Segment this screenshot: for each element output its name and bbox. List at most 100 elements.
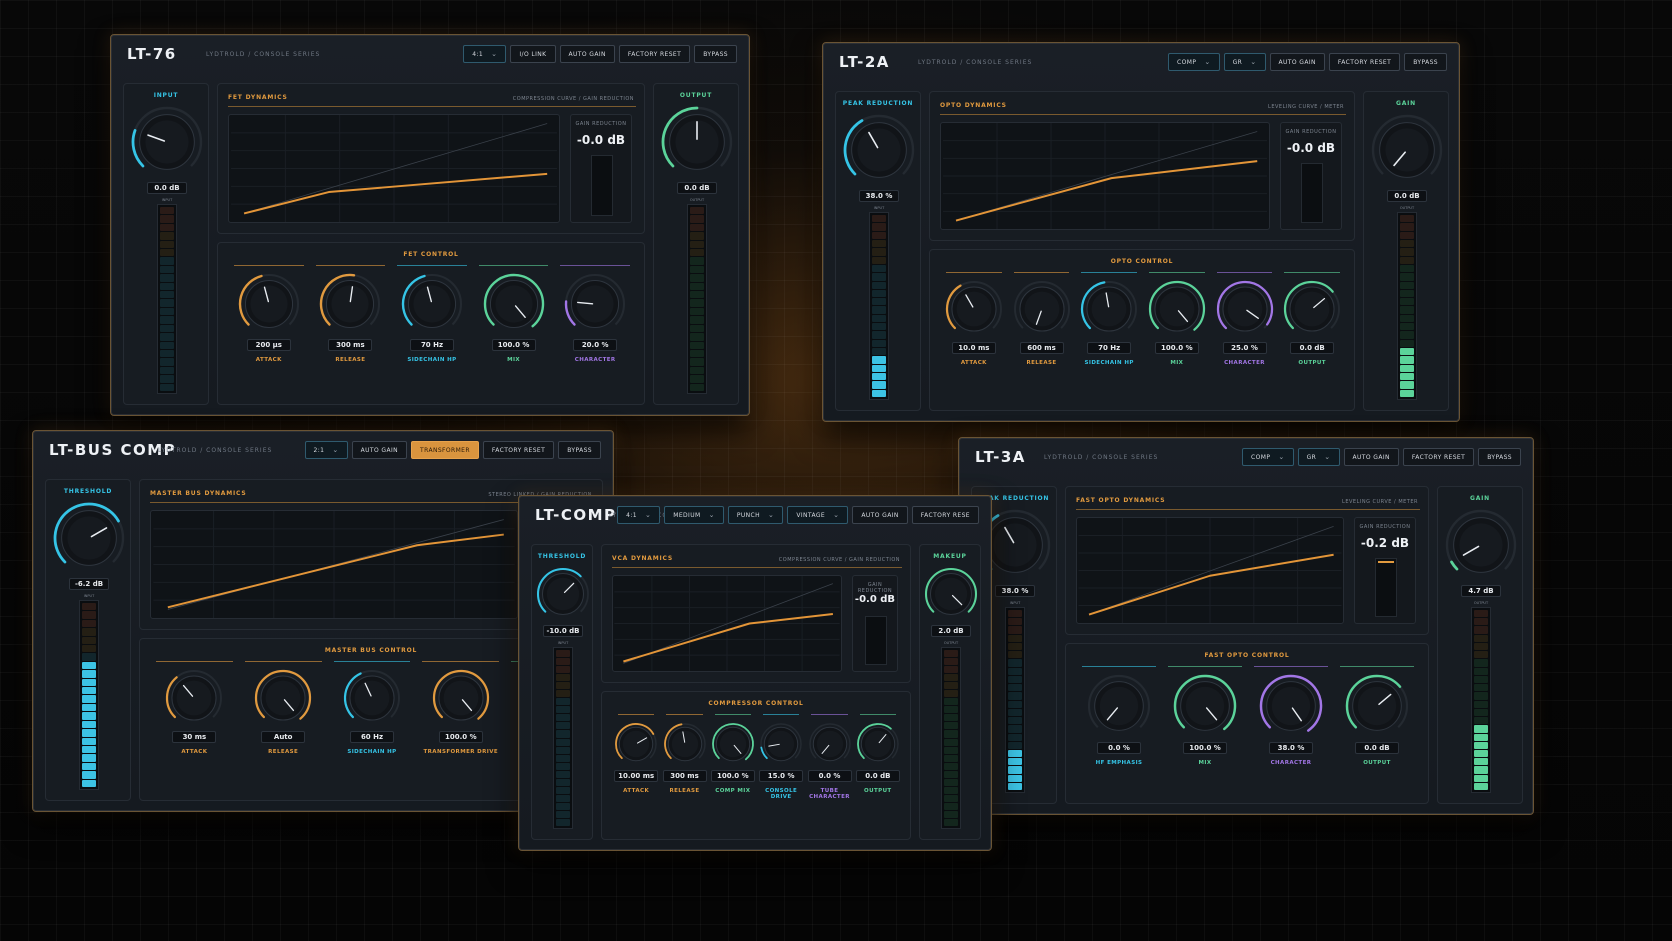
meter-segment bbox=[1400, 215, 1414, 223]
knob-character[interactable] bbox=[1259, 674, 1323, 738]
knob-label: OUTPUT bbox=[1298, 360, 1326, 366]
header-button-factory-reset[interactable]: FACTORY RESET bbox=[1402, 448, 1475, 466]
meter-segment bbox=[872, 389, 886, 397]
meter-segment bbox=[872, 248, 886, 256]
knob-value: 100.0 % bbox=[710, 770, 755, 782]
knob-group-line bbox=[811, 714, 848, 715]
meter-segment bbox=[944, 674, 958, 682]
meter-segment bbox=[160, 316, 174, 324]
header-button-bypass[interactable]: BYPASS bbox=[1404, 53, 1447, 71]
meter-segment bbox=[690, 207, 704, 215]
meter-segment bbox=[160, 291, 174, 299]
header-button-4-1[interactable]: 4:1 bbox=[617, 506, 661, 524]
meter-segment bbox=[160, 215, 174, 223]
header-button-auto-gain[interactable]: AUTO GAIN bbox=[1343, 448, 1399, 466]
knob-release[interactable] bbox=[663, 722, 707, 766]
header-button-vintage[interactable]: VINTAGE bbox=[787, 506, 849, 524]
knob-tube-character[interactable] bbox=[808, 722, 852, 766]
header-button-bypass[interactable]: BYPASS bbox=[558, 441, 601, 459]
header-button-auto-gain[interactable]: AUTO GAIN bbox=[1269, 53, 1325, 71]
knob-mix[interactable] bbox=[483, 273, 545, 335]
plugin-subtitle: LYDTROLD / CONSOLE SERIES bbox=[158, 447, 273, 454]
knob-attack[interactable] bbox=[165, 669, 223, 727]
meter-segment bbox=[872, 256, 886, 264]
gain-reduction-box: GAIN REDUCTION -0.0 dB bbox=[570, 114, 632, 223]
knob-value: 0.0 % bbox=[1097, 742, 1141, 754]
meter-segment bbox=[690, 366, 704, 375]
header-button-comp[interactable]: COMP bbox=[1242, 448, 1294, 466]
right-main-knob[interactable] bbox=[1445, 509, 1517, 581]
dynamics-label: FET DYNAMICS bbox=[228, 94, 288, 101]
header-button-auto-gain[interactable]: AUTO GAIN bbox=[351, 441, 408, 459]
knob-sidechain-hp[interactable] bbox=[401, 273, 463, 335]
knob-transformer-drive[interactable] bbox=[432, 669, 490, 727]
gain-reduction-meter bbox=[591, 155, 613, 216]
header-button-2-1[interactable]: 2:1 bbox=[304, 441, 348, 459]
knob-sidechain-hp[interactable] bbox=[1080, 280, 1138, 338]
meter-segment bbox=[160, 307, 174, 316]
knob-label: ATTACK bbox=[960, 360, 987, 366]
knob-release[interactable] bbox=[1013, 280, 1071, 338]
knob-mix[interactable] bbox=[1148, 280, 1206, 338]
right-main-knob[interactable] bbox=[661, 106, 733, 178]
header-button-gr[interactable]: GR bbox=[1297, 448, 1340, 466]
meter-segment bbox=[872, 215, 886, 223]
knob-output[interactable] bbox=[1345, 674, 1409, 738]
header-button-factory-reset[interactable]: FACTORY RESET bbox=[482, 441, 555, 459]
meter-segment bbox=[944, 746, 958, 754]
left-main-knob[interactable] bbox=[536, 567, 590, 621]
header-button-i-o-link[interactable]: I/O LINK bbox=[510, 45, 556, 63]
right-main-knob[interactable] bbox=[1371, 114, 1443, 186]
meter-segment bbox=[556, 698, 570, 706]
knob-sidechain-hp[interactable] bbox=[343, 669, 401, 727]
meter-segment bbox=[82, 645, 96, 653]
header-button-auto-gain[interactable]: AUTO GAIN bbox=[852, 506, 908, 524]
knob-output[interactable] bbox=[856, 722, 900, 766]
left-main-knob[interactable] bbox=[131, 106, 203, 178]
knob-release[interactable] bbox=[254, 669, 312, 727]
header-button-gr[interactable]: GR bbox=[1223, 53, 1266, 71]
meter-segment bbox=[82, 771, 96, 779]
meter-segment bbox=[1400, 256, 1414, 264]
left-main-knob[interactable] bbox=[843, 114, 915, 186]
header-button-transformer[interactable]: TRANSFORMER bbox=[411, 441, 479, 459]
header-button-factory-reset[interactable]: FACTORY RESET bbox=[618, 45, 691, 63]
knob-value: 100.0 % bbox=[1154, 342, 1199, 354]
knob-hf-emphasis[interactable] bbox=[1087, 674, 1151, 738]
header-button-bypass[interactable]: BYPASS bbox=[1478, 448, 1521, 466]
knob-attack[interactable] bbox=[945, 280, 1003, 338]
input-meter-label: INPUT bbox=[161, 198, 173, 202]
dynamics-panel: OPTO DYNAMICS LEVELING CURVE / METER GAIN … bbox=[929, 91, 1355, 241]
header-button-punch[interactable]: PUNCH bbox=[727, 506, 784, 524]
knob-output[interactable] bbox=[1283, 280, 1341, 338]
gain-reduction-title: GAIN REDUCTION bbox=[1359, 524, 1411, 530]
knob-character[interactable] bbox=[1216, 280, 1274, 338]
gain-reduction-value: -0.0 dB bbox=[854, 594, 896, 605]
header-button-auto-gain[interactable]: AUTO GAIN bbox=[559, 45, 615, 63]
header-button-comp[interactable]: COMP bbox=[1168, 53, 1220, 71]
knob-label: CHARACTER bbox=[1224, 360, 1265, 366]
left-main-knob[interactable] bbox=[53, 502, 125, 574]
knob-character[interactable] bbox=[564, 273, 626, 335]
knob-comp-mix[interactable] bbox=[711, 722, 755, 766]
knob-console-drive[interactable] bbox=[759, 722, 803, 766]
header-button-factory-rese[interactable]: FACTORY RESE bbox=[911, 506, 979, 524]
header-button-bypass[interactable]: BYPASS bbox=[694, 45, 737, 63]
knob-label: ATTACK bbox=[623, 788, 650, 794]
knob-mix[interactable] bbox=[1173, 674, 1237, 738]
knob-release[interactable] bbox=[319, 273, 381, 335]
right-main-knob[interactable] bbox=[924, 567, 978, 621]
knob-attack[interactable] bbox=[614, 722, 658, 766]
output-meter-label: OUTPUT bbox=[689, 198, 705, 202]
left-panel: THRESHOLD -6.2 dB INPUT bbox=[45, 479, 131, 801]
header-button-factory-reset[interactable]: FACTORY RESET bbox=[1328, 53, 1401, 71]
knob-group-line bbox=[1216, 272, 1273, 273]
meter-segment bbox=[690, 257, 704, 265]
output-meter-label: OUTPUT bbox=[943, 641, 959, 645]
header-button-medium[interactable]: MEDIUM bbox=[664, 506, 724, 524]
knob-label: ATTACK bbox=[181, 749, 208, 755]
knob-attack[interactable] bbox=[238, 273, 300, 335]
control-label: FET CONTROL bbox=[403, 251, 459, 258]
meter-segment bbox=[690, 291, 704, 299]
header-button-4-1[interactable]: 4:1 bbox=[463, 45, 507, 63]
